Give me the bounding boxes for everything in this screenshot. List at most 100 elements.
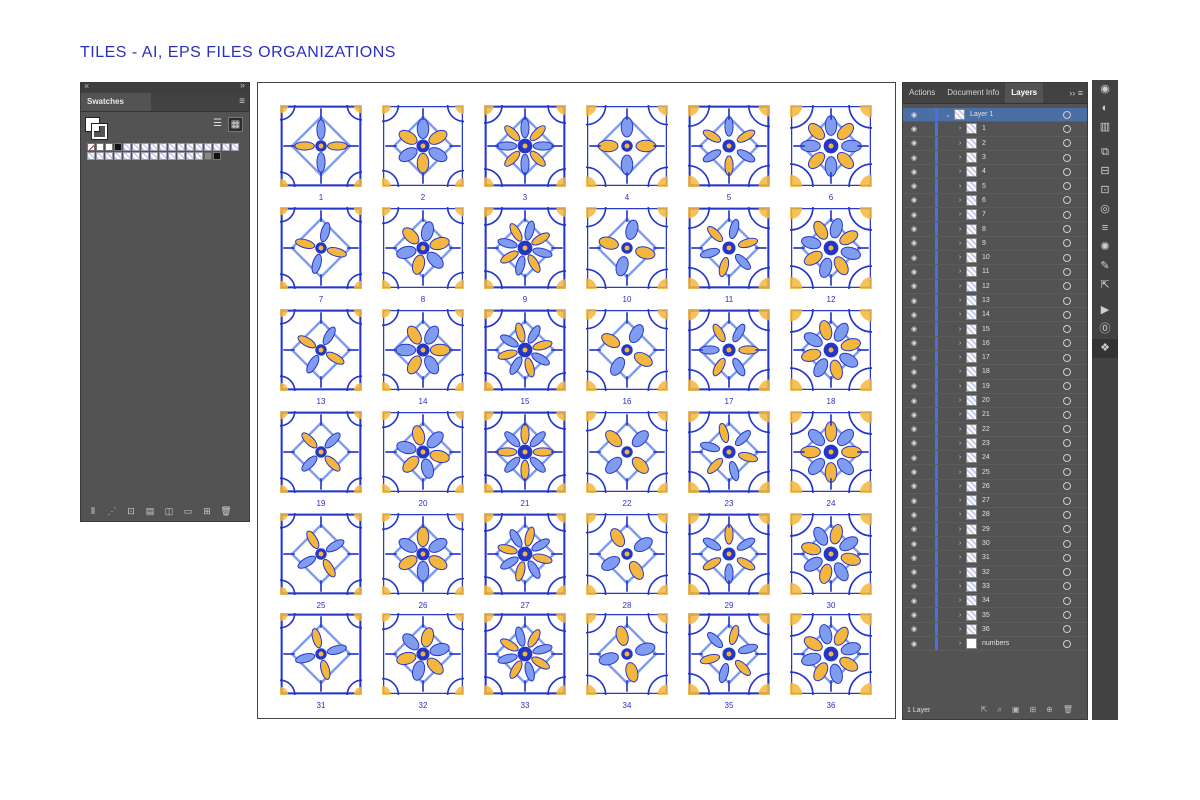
target-circle-icon[interactable] xyxy=(1063,225,1071,234)
sublayer-row[interactable]: ◉ › 34 xyxy=(903,594,1087,609)
target-circle-icon[interactable] xyxy=(1063,396,1071,405)
target-circle-icon[interactable] xyxy=(1063,139,1071,148)
pathfinder-icon[interactable]: ⊡ xyxy=(1092,181,1118,200)
tile-15[interactable]: 15 xyxy=(465,290,585,410)
swatch-pattern[interactable] xyxy=(114,152,122,160)
tile-31[interactable]: 31 xyxy=(264,597,378,711)
chevron-right-icon[interactable]: › xyxy=(954,626,966,633)
color-icon[interactable]: ◐ xyxy=(1092,99,1118,118)
target-circle-icon[interactable] xyxy=(1063,568,1071,577)
visibility-eye-icon[interactable]: ◉ xyxy=(903,382,925,390)
target-circle-icon[interactable] xyxy=(1063,553,1071,562)
target-circle-icon[interactable] xyxy=(1063,124,1071,133)
sublayer-row[interactable]: ◉ › 24 xyxy=(903,451,1087,466)
tile-2[interactable]: 2 xyxy=(364,87,482,205)
chevron-right-icon[interactable]: › xyxy=(954,583,966,590)
new-swatch-icon[interactable]: ⊞ xyxy=(201,506,213,517)
tile-18[interactable]: 18 xyxy=(766,285,896,415)
tile-30[interactable]: 30 xyxy=(766,489,896,619)
sublayer-row[interactable]: ◉ › 27 xyxy=(903,494,1087,509)
visibility-eye-icon[interactable]: ◉ xyxy=(903,111,925,119)
swatch-pattern[interactable] xyxy=(132,152,140,160)
sublayer-row[interactable]: ◉ › 4 xyxy=(903,165,1087,180)
chevron-right-icon[interactable]: › xyxy=(954,240,966,247)
sublayer-row[interactable]: ◉ › 20 xyxy=(903,393,1087,409)
layer-name[interactable]: 7 xyxy=(982,211,1063,218)
tile-13[interactable]: 13 xyxy=(264,293,378,407)
swatch-folder[interactable] xyxy=(204,152,212,160)
target-circle-icon[interactable] xyxy=(1063,196,1071,205)
sublayer-row[interactable]: ◉ › 7 xyxy=(903,208,1087,223)
target-circle-icon[interactable] xyxy=(1063,325,1071,334)
target-circle-icon[interactable] xyxy=(1063,639,1071,648)
layers-icon[interactable]: ❖ xyxy=(1092,339,1118,358)
swatch-pattern[interactable] xyxy=(195,143,203,151)
layer-name[interactable]: 35 xyxy=(982,612,1063,619)
chevron-right-icon[interactable]: › xyxy=(954,597,966,604)
sublayer-row[interactable]: ◉ › 22 xyxy=(903,422,1087,437)
target-circle-icon[interactable] xyxy=(1063,210,1071,219)
close-icon[interactable]: × xyxy=(84,81,89,91)
target-circle-icon[interactable] xyxy=(1063,525,1071,534)
swatch-pattern[interactable] xyxy=(177,143,185,151)
clipping-mask-icon[interactable]: ▣ xyxy=(1012,705,1020,715)
collapse-icon[interactable]: » xyxy=(240,80,245,90)
visibility-eye-icon[interactable]: ◉ xyxy=(903,282,925,290)
layer-name[interactable]: 8 xyxy=(982,226,1063,233)
chevron-right-icon[interactable]: › xyxy=(954,125,966,132)
sublayer-row[interactable]: ◉ › 2 xyxy=(903,136,1087,151)
swatch-pattern[interactable] xyxy=(96,152,104,160)
layer-name[interactable]: 3 xyxy=(982,154,1063,161)
tab-layers[interactable]: Layers xyxy=(1005,83,1044,103)
search-icon[interactable]: ⌕ xyxy=(997,705,1001,715)
chevron-right-icon[interactable]: › xyxy=(954,297,966,304)
layer-name[interactable]: 23 xyxy=(982,440,1063,447)
tile-20[interactable]: 20 xyxy=(364,393,482,511)
chevron-right-icon[interactable]: › xyxy=(954,511,966,518)
layer-name[interactable]: 17 xyxy=(982,354,1063,361)
chevron-right-icon[interactable]: › xyxy=(954,540,966,547)
visibility-eye-icon[interactable]: ◉ xyxy=(903,582,925,590)
tile-10[interactable]: 10 xyxy=(565,186,689,310)
visibility-eye-icon[interactable]: ◉ xyxy=(903,439,925,447)
swatch-libraries-icon[interactable]: ⫴ xyxy=(87,506,99,517)
tile-35[interactable]: 35 xyxy=(665,590,793,718)
visibility-eye-icon[interactable]: ◉ xyxy=(903,568,925,576)
layer-name[interactable]: 13 xyxy=(982,297,1063,304)
target-circle-icon[interactable] xyxy=(1063,367,1071,376)
visibility-eye-icon[interactable]: ◉ xyxy=(903,468,925,476)
tile-1[interactable]: 1 xyxy=(264,89,378,203)
target-circle-icon[interactable] xyxy=(1063,296,1071,305)
chevron-right-icon[interactable]: › xyxy=(954,368,966,375)
tile-3[interactable]: 3 xyxy=(465,86,585,206)
symbols-icon[interactable]: ✺ xyxy=(1092,238,1118,257)
sublayer-row[interactable]: ◉ › 19 xyxy=(903,379,1087,394)
visibility-eye-icon[interactable]: ◉ xyxy=(903,411,925,419)
sublayer-row[interactable]: ◉ › 30 xyxy=(903,536,1087,552)
stroke-icon[interactable]: ≡ xyxy=(1092,219,1118,238)
target-circle-icon[interactable] xyxy=(1063,410,1071,419)
target-circle-icon[interactable] xyxy=(1063,267,1071,276)
visibility-eye-icon[interactable]: ◉ xyxy=(903,597,925,605)
layer-name[interactable]: 11 xyxy=(982,268,1063,275)
chevron-right-icon[interactable]: › xyxy=(954,483,966,490)
layer-name[interactable]: 27 xyxy=(982,497,1063,504)
swatch-pattern[interactable] xyxy=(141,143,149,151)
target-circle-icon[interactable] xyxy=(1063,282,1071,291)
sublayer-row[interactable]: ◉ › 36 xyxy=(903,622,1087,637)
visibility-eye-icon[interactable]: ◉ xyxy=(903,554,925,562)
layer-name[interactable]: 30 xyxy=(982,540,1063,547)
chevron-right-icon[interactable]: › xyxy=(954,454,966,461)
export-icon[interactable]: ⇱ xyxy=(981,705,988,715)
visibility-eye-icon[interactable]: ◉ xyxy=(903,196,925,204)
tile-26[interactable]: 26 xyxy=(364,495,482,613)
swatch-options-icon[interactable]: ⊡ xyxy=(125,506,137,517)
sublayer-row[interactable]: ◉ › 29 xyxy=(903,522,1087,537)
layer-name[interactable]: 31 xyxy=(982,554,1063,561)
align-icon[interactable]: ⊟ xyxy=(1092,162,1118,181)
chevron-right-icon[interactable]: › xyxy=(954,411,966,418)
swatch-pattern[interactable] xyxy=(150,143,158,151)
tile-33[interactable]: 33 xyxy=(465,594,585,714)
sublayer-row[interactable]: ◉ › 25 xyxy=(903,465,1087,480)
swatches-titlebar[interactable]: × » xyxy=(81,80,249,93)
